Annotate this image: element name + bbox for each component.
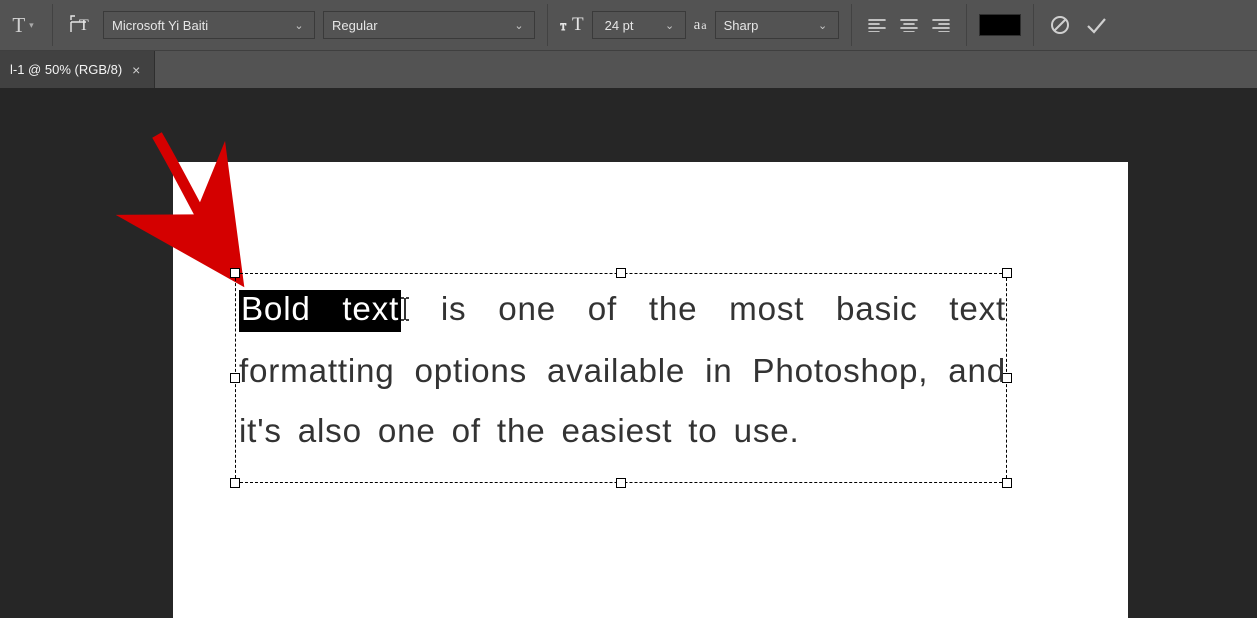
document-tab[interactable]: l-1 @ 50% (RGB/8) × — [0, 51, 155, 88]
resize-handle-tr[interactable] — [1002, 268, 1012, 278]
divider — [52, 4, 53, 46]
divider — [851, 4, 852, 46]
anti-alias-icon: aa — [694, 17, 707, 34]
divider — [1033, 4, 1034, 46]
divider — [547, 4, 548, 46]
document-tab-label: l-1 @ 50% (RGB/8) — [10, 62, 122, 77]
align-right-button[interactable] — [928, 13, 954, 37]
text-bounding-box[interactable]: Bold text is one of the most basic text … — [235, 273, 1007, 483]
font-family-value: Microsoft Yi Baiti — [112, 18, 292, 33]
cancel-edits-button[interactable] — [1046, 11, 1074, 39]
commit-edits-button[interactable] — [1082, 11, 1110, 39]
align-left-button[interactable] — [864, 13, 890, 37]
font-weight-value: Regular — [332, 18, 512, 33]
chevron-down-icon: ⌄ — [816, 19, 830, 32]
document-tab-bar: l-1 @ 50% (RGB/8) × — [0, 50, 1257, 88]
resize-handle-bm[interactable] — [616, 478, 626, 488]
chevron-down-icon: ▾ — [29, 20, 34, 31]
svg-text:T: T — [561, 22, 567, 32]
close-icon[interactable]: × — [132, 62, 140, 78]
text-orientation-toggle[interactable]: T — [65, 10, 95, 40]
resize-handle-br[interactable] — [1002, 478, 1012, 488]
svg-text:T: T — [79, 17, 89, 34]
font-size-value: 24 pt — [601, 18, 663, 33]
text-options-bar: T▾ T Microsoft Yi Baiti ⌄ Regular ⌄ T T … — [0, 0, 1257, 50]
anti-alias-value: Sharp — [724, 18, 816, 33]
chevron-down-icon: ⌄ — [512, 19, 526, 32]
document-canvas[interactable]: Bold text is one of the most basic text … — [173, 162, 1128, 618]
font-weight-select[interactable]: Regular ⌄ — [323, 11, 535, 39]
resize-handle-tl[interactable] — [230, 268, 240, 278]
chevron-down-icon: ⌄ — [663, 19, 677, 32]
resize-handle-bl[interactable] — [230, 478, 240, 488]
resize-handle-tm[interactable] — [616, 268, 626, 278]
workspace: Bold text is one of the most basic text … — [0, 88, 1257, 617]
align-center-button[interactable] — [896, 13, 922, 37]
type-tool-indicator[interactable]: T▾ — [6, 7, 40, 43]
anti-alias-select[interactable]: Sharp ⌄ — [715, 11, 839, 39]
chevron-down-icon: ⌄ — [292, 19, 306, 32]
selected-text: Bold text — [239, 290, 401, 332]
font-family-select[interactable]: Microsoft Yi Baiti ⌄ — [103, 11, 315, 39]
divider — [966, 4, 967, 46]
font-size-icon: T T — [560, 14, 584, 36]
text-color-swatch[interactable] — [979, 14, 1021, 36]
font-size-select[interactable]: 24 pt ⌄ — [592, 11, 686, 39]
paragraph-text[interactable]: Bold text is one of the most basic text … — [239, 280, 1006, 462]
text-align-group — [864, 13, 954, 37]
